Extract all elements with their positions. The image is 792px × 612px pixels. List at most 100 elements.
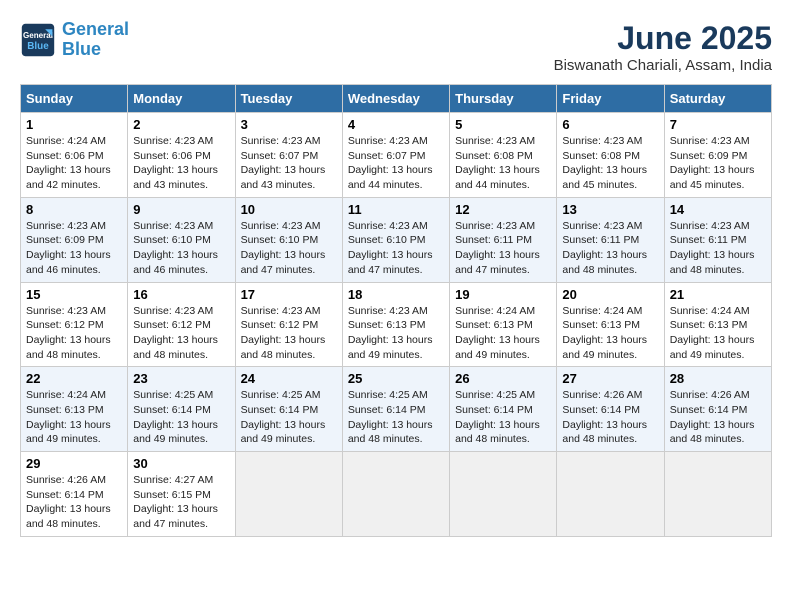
- day-info: Sunrise: 4:23 AMSunset: 6:06 PMDaylight:…: [133, 134, 229, 193]
- calendar-day-cell: 26 Sunrise: 4:25 AMSunset: 6:14 PMDayligh…: [450, 367, 557, 452]
- calendar-day-cell: 25 Sunrise: 4:25 AMSunset: 6:14 PMDayligh…: [342, 367, 449, 452]
- calendar-day-cell: 17 Sunrise: 4:23 AMSunset: 6:12 PMDayligh…: [235, 282, 342, 367]
- day-number: 21: [670, 287, 766, 302]
- calendar-day-cell: 12 Sunrise: 4:23 AMSunset: 6:11 PMDayligh…: [450, 197, 557, 282]
- calendar-week-row: 29Sunrise: 4:26 AMSunset: 6:14 PMDayligh…: [21, 452, 772, 537]
- weekday-header-row: SundayMondayTuesdayWednesdayThursdayFrid…: [21, 85, 772, 113]
- calendar-subtitle: Biswanath Chariali, Assam, India: [554, 57, 772, 74]
- calendar-day-cell: 10Sunrise: 4:23 AMSunset: 6:10 PMDayligh…: [235, 197, 342, 282]
- calendar-table: SundayMondayTuesdayWednesdayThursdayFrid…: [20, 84, 772, 537]
- day-info: Sunrise: 4:23 AMSunset: 6:12 PMDaylight:…: [26, 304, 122, 363]
- day-info: Sunrise: 4:25 AMSunset: 6:14 PMDaylight:…: [241, 388, 337, 447]
- day-number: 19: [455, 287, 551, 302]
- day-number: 25: [348, 371, 444, 386]
- day-info: Sunrise: 4:25 AMSunset: 6:14 PMDaylight:…: [455, 388, 551, 447]
- day-info: Sunrise: 4:24 AMSunset: 6:13 PMDaylight:…: [455, 304, 551, 363]
- day-number: 23: [133, 371, 229, 386]
- calendar-day-cell: 23Sunrise: 4:25 AMSunset: 6:14 PMDayligh…: [128, 367, 235, 452]
- day-number: 6: [562, 117, 658, 132]
- calendar-day-cell: [342, 452, 449, 537]
- day-info: Sunrise: 4:23 AMSunset: 6:07 PMDaylight:…: [348, 134, 444, 193]
- day-number: 27: [562, 371, 658, 386]
- calendar-day-cell: [557, 452, 664, 537]
- day-number: 30: [133, 456, 229, 471]
- day-info: Sunrise: 4:23 AMSunset: 6:11 PMDaylight:…: [562, 219, 658, 278]
- calendar-day-cell: 22 Sunrise: 4:24 AMSunset: 6:13 PMDayligh…: [21, 367, 128, 452]
- day-info: Sunrise: 4:23 AMSunset: 6:09 PMDaylight:…: [670, 134, 766, 193]
- day-info: Sunrise: 4:23 AMSunset: 6:08 PMDaylight:…: [562, 134, 658, 193]
- weekday-header-monday: Monday: [128, 85, 235, 113]
- title-area: June 2025 Biswanath Chariali, Assam, Ind…: [554, 20, 772, 74]
- day-number: 20: [562, 287, 658, 302]
- day-number: 13: [562, 202, 658, 217]
- calendar-day-cell: 21 Sunrise: 4:24 AMSunset: 6:13 PMDayligh…: [664, 282, 771, 367]
- calendar-day-cell: 28 Sunrise: 4:26 AMSunset: 6:14 PMDayligh…: [664, 367, 771, 452]
- weekday-header-tuesday: Tuesday: [235, 85, 342, 113]
- calendar-day-cell: 13 Sunrise: 4:23 AMSunset: 6:11 PMDayligh…: [557, 197, 664, 282]
- day-number: 2: [133, 117, 229, 132]
- day-info: Sunrise: 4:23 AMSunset: 6:13 PMDaylight:…: [348, 304, 444, 363]
- day-number: 26: [455, 371, 551, 386]
- day-number: 12: [455, 202, 551, 217]
- calendar-day-cell: 30 Sunrise: 4:27 AMSunset: 6:15 PMDayligh…: [128, 452, 235, 537]
- calendar-day-cell: 16Sunrise: 4:23 AMSunset: 6:12 PMDayligh…: [128, 282, 235, 367]
- day-number: 14: [670, 202, 766, 217]
- calendar-week-row: 1 Sunrise: 4:24 AMSunset: 6:06 PMDaylight…: [21, 113, 772, 198]
- day-number: 15: [26, 287, 122, 302]
- calendar-day-cell: 18 Sunrise: 4:23 AMSunset: 6:13 PMDayligh…: [342, 282, 449, 367]
- day-info: Sunrise: 4:23 AMSunset: 6:07 PMDaylight:…: [241, 134, 337, 193]
- calendar-day-cell: 27 Sunrise: 4:26 AMSunset: 6:14 PMDayligh…: [557, 367, 664, 452]
- day-info: Sunrise: 4:24 AMSunset: 6:13 PMDaylight:…: [670, 304, 766, 363]
- day-number: 28: [670, 371, 766, 386]
- calendar-day-cell: 20 Sunrise: 4:24 AMSunset: 6:13 PMDayligh…: [557, 282, 664, 367]
- day-info: Sunrise: 4:23 AMSunset: 6:12 PMDaylight:…: [241, 304, 337, 363]
- day-number: 24: [241, 371, 337, 386]
- calendar-day-cell: [664, 452, 771, 537]
- day-info: Sunrise: 4:26 AMSunset: 6:14 PMDaylight:…: [26, 473, 122, 532]
- calendar-day-cell: 7 Sunrise: 4:23 AMSunset: 6:09 PMDaylight…: [664, 113, 771, 198]
- day-info: Sunrise: 4:26 AMSunset: 6:14 PMDaylight:…: [562, 388, 658, 447]
- calendar-day-cell: 1 Sunrise: 4:24 AMSunset: 6:06 PMDaylight…: [21, 113, 128, 198]
- calendar-day-cell: 3 Sunrise: 4:23 AMSunset: 6:07 PMDaylight…: [235, 113, 342, 198]
- calendar-day-cell: [235, 452, 342, 537]
- header: General Blue General Blue June 2025 Bisw…: [20, 20, 772, 74]
- day-info: Sunrise: 4:23 AMSunset: 6:10 PMDaylight:…: [241, 219, 337, 278]
- weekday-header-friday: Friday: [557, 85, 664, 113]
- day-number: 3: [241, 117, 337, 132]
- day-number: 9: [133, 202, 229, 217]
- calendar-week-row: 22 Sunrise: 4:24 AMSunset: 6:13 PMDayligh…: [21, 367, 772, 452]
- calendar-day-cell: 2 Sunrise: 4:23 AMSunset: 6:06 PMDaylight…: [128, 113, 235, 198]
- svg-text:Blue: Blue: [27, 41, 49, 52]
- logo-line1: General: [62, 19, 129, 39]
- day-number: 7: [670, 117, 766, 132]
- logo-line2: Blue: [62, 39, 101, 59]
- day-info: Sunrise: 4:23 AMSunset: 6:11 PMDaylight:…: [455, 219, 551, 278]
- day-info: Sunrise: 4:23 AMSunset: 6:10 PMDaylight:…: [348, 219, 444, 278]
- day-number: 22: [26, 371, 122, 386]
- calendar-day-cell: 11Sunrise: 4:23 AMSunset: 6:10 PMDayligh…: [342, 197, 449, 282]
- day-number: 17: [241, 287, 337, 302]
- day-info: Sunrise: 4:24 AMSunset: 6:13 PMDaylight:…: [562, 304, 658, 363]
- day-number: 5: [455, 117, 551, 132]
- weekday-header-saturday: Saturday: [664, 85, 771, 113]
- day-info: Sunrise: 4:23 AMSunset: 6:09 PMDaylight:…: [26, 219, 122, 278]
- day-info: Sunrise: 4:24 AMSunset: 6:13 PMDaylight:…: [26, 388, 122, 447]
- day-number: 18: [348, 287, 444, 302]
- day-info: Sunrise: 4:27 AMSunset: 6:15 PMDaylight:…: [133, 473, 229, 532]
- calendar-day-cell: 14 Sunrise: 4:23 AMSunset: 6:11 PMDayligh…: [664, 197, 771, 282]
- calendar-day-cell: 8Sunrise: 4:23 AMSunset: 6:09 PMDaylight…: [21, 197, 128, 282]
- day-info: Sunrise: 4:25 AMSunset: 6:14 PMDaylight:…: [348, 388, 444, 447]
- day-number: 1: [26, 117, 122, 132]
- day-info: Sunrise: 4:23 AMSunset: 6:11 PMDaylight:…: [670, 219, 766, 278]
- day-info: Sunrise: 4:24 AMSunset: 6:06 PMDaylight:…: [26, 134, 122, 193]
- day-number: 4: [348, 117, 444, 132]
- day-info: Sunrise: 4:23 AMSunset: 6:10 PMDaylight:…: [133, 219, 229, 278]
- calendar-day-cell: 5Sunrise: 4:23 AMSunset: 6:08 PMDaylight…: [450, 113, 557, 198]
- calendar-day-cell: 9 Sunrise: 4:23 AMSunset: 6:10 PMDaylight…: [128, 197, 235, 282]
- svg-text:General: General: [23, 31, 53, 40]
- day-info: Sunrise: 4:26 AMSunset: 6:14 PMDaylight:…: [670, 388, 766, 447]
- calendar-week-row: 8Sunrise: 4:23 AMSunset: 6:09 PMDaylight…: [21, 197, 772, 282]
- calendar-day-cell: 15 Sunrise: 4:23 AMSunset: 6:12 PMDayligh…: [21, 282, 128, 367]
- calendar-day-cell: 19 Sunrise: 4:24 AMSunset: 6:13 PMDayligh…: [450, 282, 557, 367]
- logo-text: General Blue: [62, 20, 129, 60]
